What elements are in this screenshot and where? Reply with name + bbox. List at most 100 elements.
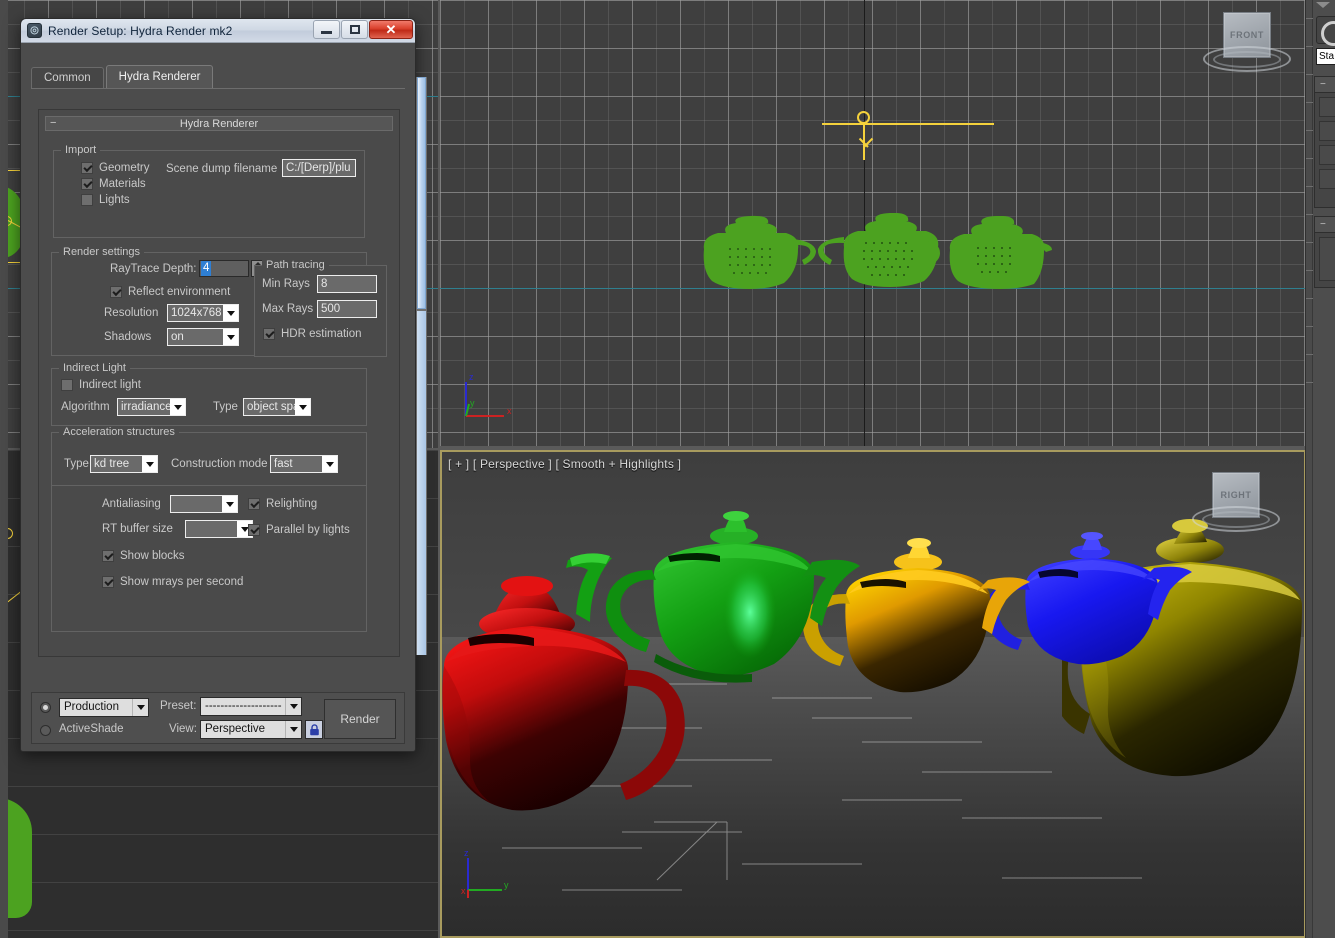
- viewcube-front[interactable]: FRONT: [1201, 6, 1293, 86]
- wireframe-teapot-center[interactable]: [814, 213, 944, 291]
- construction-mode-dropdown[interactable]: fast: [270, 455, 338, 473]
- rollout-1-slot-2[interactable]: [1319, 121, 1335, 141]
- lights-label: Lights: [99, 194, 130, 206]
- rollout-header-hydra[interactable]: − Hydra Renderer: [45, 116, 393, 131]
- command-panel-collapse-icon[interactable]: [1316, 2, 1330, 8]
- rollout-1-slot-4[interactable]: [1319, 169, 1335, 189]
- shadows-chevron-down-icon[interactable]: [223, 329, 238, 345]
- show-mrays-row[interactable]: Show mrays per second: [102, 576, 243, 588]
- viewcube-perspective[interactable]: RIGHT: [1190, 466, 1282, 546]
- resolution-chevron-down-icon[interactable]: [223, 305, 238, 321]
- production-chevron-down-icon[interactable]: [132, 699, 148, 716]
- dialog-scrollbar[interactable]: [416, 77, 427, 655]
- max-rays-input[interactable]: 500: [317, 300, 377, 318]
- materials-checkbox[interactable]: [81, 178, 93, 190]
- acceleration-type-dropdown[interactable]: kd tree: [90, 455, 158, 473]
- resolution-dropdown[interactable]: 1024x768: [167, 304, 239, 322]
- tab-hydra-renderer[interactable]: Hydra Renderer: [106, 65, 214, 88]
- dialog-scrollbar-track[interactable]: [417, 311, 426, 655]
- rt-buffer-size-dropdown[interactable]: [185, 520, 253, 538]
- import-group: Import Geometry Materials: [53, 150, 365, 238]
- activeshade-radio[interactable]: [40, 725, 51, 736]
- hdr-estimation-row[interactable]: HDR estimation: [263, 328, 362, 340]
- command-panel[interactable]: − −: [1305, 0, 1335, 938]
- indirect-light-checkbox[interactable]: [61, 379, 73, 391]
- relighting-checkbox[interactable]: [248, 498, 260, 510]
- geometry-checkbox-row[interactable]: Geometry: [81, 162, 150, 174]
- reflect-environment-row[interactable]: Reflect environment: [110, 286, 230, 298]
- scene-dump-filename-input[interactable]: C:/[Derp]/plu: [282, 159, 356, 177]
- activeshade-radio-row[interactable]: [40, 725, 51, 739]
- teapot-green-spout: [560, 546, 650, 661]
- indirect-type-dropdown[interactable]: object spa: [243, 398, 311, 416]
- view-lock-button[interactable]: [305, 720, 323, 739]
- resolution-value: 1024x768: [168, 305, 223, 321]
- production-radio[interactable]: [40, 702, 51, 713]
- antialiasing-chevron-down-icon[interactable]: [222, 496, 237, 512]
- dialog-tabs[interactable]: Common Hydra Renderer: [31, 67, 405, 89]
- materials-label: Materials: [99, 178, 146, 190]
- path-tracing-group: Path tracing Min Rays 8 Max Rays 500: [254, 265, 387, 357]
- tab-common[interactable]: Common: [31, 67, 104, 88]
- close-button[interactable]: ✕: [369, 20, 413, 39]
- rendered-scene: [442, 452, 1304, 936]
- lights-checkbox-row[interactable]: Lights: [81, 194, 130, 206]
- algorithm-label: Algorithm: [61, 401, 110, 413]
- indirect-light-row[interactable]: Indirect light: [61, 379, 141, 391]
- reflect-environment-checkbox[interactable]: [110, 286, 122, 298]
- antialiasing-dropdown[interactable]: [170, 495, 238, 513]
- render-button[interactable]: Render: [324, 699, 396, 739]
- rt-buffer-size-label: RT buffer size: [102, 523, 173, 535]
- viewport-perspective[interactable]: [ + ] [ Perspective ] [ Smooth + Highlig…: [440, 450, 1306, 938]
- algorithm-chevron-down-icon[interactable]: [170, 399, 185, 415]
- rollout-1-header[interactable]: −: [1315, 77, 1335, 93]
- maximize-button[interactable]: [341, 20, 368, 39]
- parallel-by-lights-row[interactable]: Parallel by lights: [248, 524, 350, 536]
- resolution-label: Resolution: [104, 307, 158, 319]
- show-blocks-checkbox[interactable]: [102, 550, 114, 562]
- preset-value: --------------------: [201, 698, 285, 715]
- show-blocks-row[interactable]: Show blocks: [102, 550, 185, 562]
- viewport-front[interactable]: FRONT z x y: [440, 0, 1305, 446]
- construction-mode-chevron-down-icon[interactable]: [322, 456, 337, 472]
- rollout-2-header[interactable]: −: [1315, 217, 1335, 233]
- algorithm-dropdown[interactable]: irradiance: [117, 398, 186, 416]
- command-panel-rollout-2[interactable]: −: [1314, 216, 1335, 288]
- hdr-estimation-checkbox[interactable]: [263, 328, 275, 340]
- indirect-type-value: object spa: [244, 399, 295, 415]
- dialog-scrollbar-thumb[interactable]: [417, 77, 426, 309]
- svg-text:x: x: [461, 886, 466, 896]
- render-setup-dialog[interactable]: ◎ Render Setup: Hydra Render mk2 ✕ Commo…: [20, 18, 416, 752]
- view-chevron-down-icon[interactable]: [285, 721, 301, 738]
- shadows-dropdown[interactable]: on: [167, 328, 239, 346]
- preset-dropdown[interactable]: --------------------: [200, 697, 302, 716]
- materials-checkbox-row[interactable]: Materials: [81, 178, 146, 190]
- production-radio-row[interactable]: [40, 702, 51, 716]
- raytrace-depth-field[interactable]: 4: [199, 260, 249, 277]
- rollout-2-slot-1[interactable]: [1319, 237, 1335, 281]
- view-dropdown[interactable]: Perspective: [200, 720, 302, 739]
- wireframe-teapot-right[interactable]: [942, 216, 1052, 291]
- wireframe-teapot-left[interactable]: [692, 215, 817, 291]
- show-mrays-checkbox[interactable]: [102, 576, 114, 588]
- indirect-type-chevron-down-icon[interactable]: [295, 399, 310, 415]
- minimize-button[interactable]: [313, 20, 340, 39]
- production-mode-dropdown[interactable]: Production: [59, 698, 149, 717]
- relighting-row[interactable]: Relighting: [248, 498, 317, 510]
- rollout-toggle-icon[interactable]: −: [50, 118, 56, 129]
- acceleration-type-label: Type: [64, 458, 89, 470]
- minimize-icon: [321, 31, 332, 34]
- command-panel-circle-button[interactable]: [1316, 16, 1335, 44]
- command-panel-rollout-1[interactable]: −: [1314, 76, 1335, 208]
- rollout-1-slot-1[interactable]: [1319, 97, 1335, 117]
- window-buttons[interactable]: ✕: [312, 20, 413, 39]
- command-panel-name-field[interactable]: [1316, 48, 1335, 65]
- lights-checkbox[interactable]: [81, 194, 93, 206]
- acceleration-type-chevron-down-icon[interactable]: [142, 456, 157, 472]
- geometry-checkbox[interactable]: [81, 162, 93, 174]
- min-rays-input[interactable]: 8: [317, 275, 377, 293]
- rollout-1-slot-3[interactable]: [1319, 145, 1335, 165]
- dialog-titlebar[interactable]: ◎ Render Setup: Hydra Render mk2 ✕: [21, 19, 415, 43]
- preset-chevron-down-icon[interactable]: [285, 698, 301, 715]
- parallel-by-lights-checkbox[interactable]: [248, 524, 260, 536]
